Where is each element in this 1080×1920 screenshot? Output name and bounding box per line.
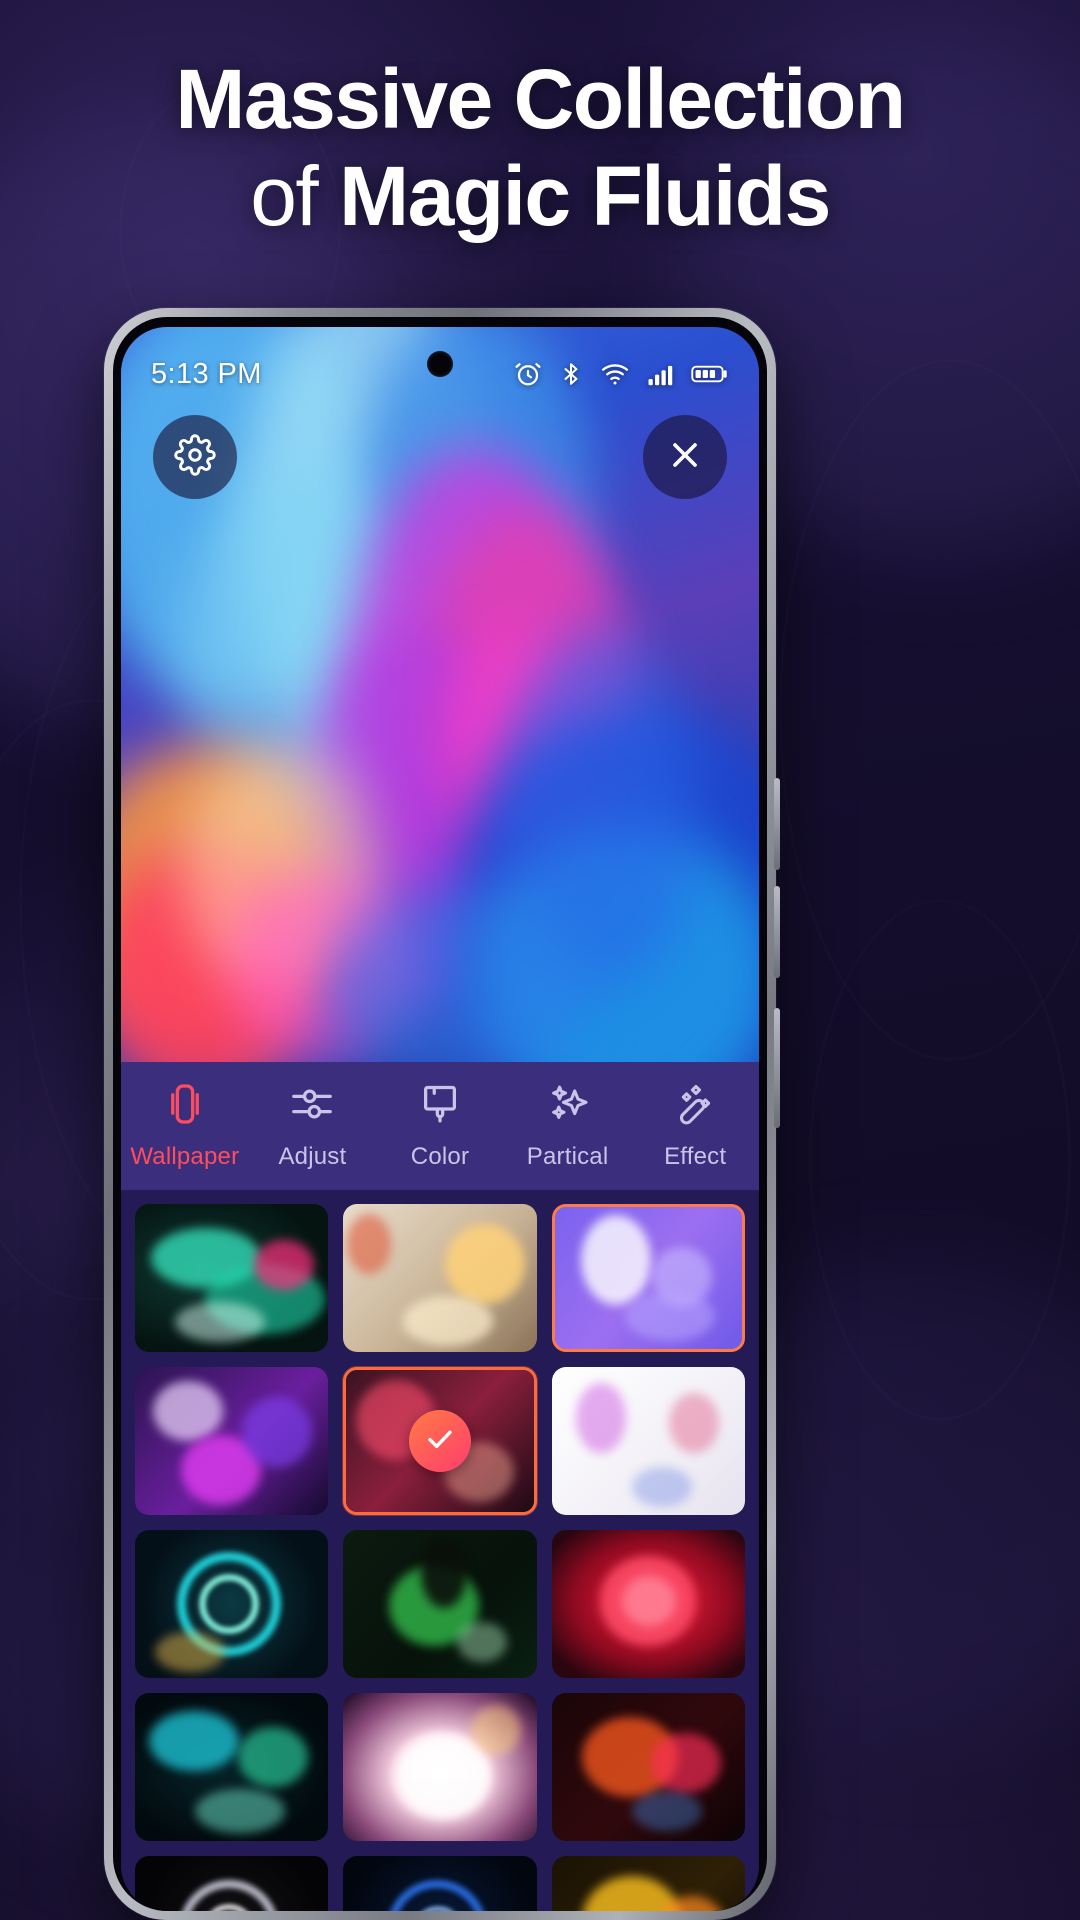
tab-adjust-label: Adjust bbox=[278, 1143, 347, 1170]
wallpaper-grid bbox=[135, 1204, 745, 1911]
phone-bezel: 5:13 PM Wallpaper Adjust Color Partical … bbox=[113, 317, 767, 1911]
thumb-blob bbox=[444, 1224, 525, 1304]
close-icon bbox=[665, 435, 705, 480]
status-time: 5:13 PM bbox=[151, 357, 262, 390]
tab-partical[interactable]: Partical bbox=[504, 1062, 632, 1190]
wallpaper-thumbnail[interactable] bbox=[551, 1530, 745, 1678]
volume-down-button[interactable] bbox=[774, 886, 780, 978]
wallpaper-thumbnail[interactable] bbox=[135, 1367, 329, 1515]
thumb-blob bbox=[195, 1789, 285, 1833]
tab-adjust[interactable]: Adjust bbox=[249, 1062, 377, 1190]
thumb-blob bbox=[624, 1291, 715, 1341]
wallpaper-icon bbox=[162, 1081, 208, 1132]
promo-headline: Massive Collection of Magic Fluids bbox=[0, 52, 1080, 247]
power-button[interactable] bbox=[774, 1008, 780, 1128]
tab-effect[interactable]: Effect bbox=[631, 1062, 759, 1190]
phone-screen: 5:13 PM Wallpaper Adjust Color Partical … bbox=[121, 327, 759, 1911]
selected-check-badge bbox=[408, 1410, 471, 1472]
wallpaper-thumbnail[interactable] bbox=[343, 1693, 537, 1841]
volume-up-button[interactable] bbox=[774, 778, 780, 870]
tab-wallpaper[interactable]: Wallpaper bbox=[121, 1062, 249, 1190]
tab-wallpaper-label: Wallpaper bbox=[130, 1143, 240, 1170]
thumb-blob bbox=[238, 1727, 309, 1787]
magic-wand-icon bbox=[672, 1081, 718, 1132]
thumb-blob bbox=[421, 1538, 468, 1608]
wallpaper-thumbnail-selected[interactable] bbox=[343, 1367, 537, 1515]
headline-line-2-bold: Magic Fluids bbox=[339, 149, 831, 244]
wifi-icon bbox=[599, 359, 631, 389]
alarm-icon bbox=[513, 359, 543, 389]
wallpaper-preview[interactable] bbox=[121, 327, 759, 1062]
sliders-icon bbox=[289, 1081, 335, 1132]
wallpaper-thumbnail[interactable] bbox=[551, 1204, 745, 1352]
thumb-blob bbox=[403, 1296, 494, 1346]
thumb-blob bbox=[631, 1791, 702, 1831]
close-button[interactable] bbox=[643, 415, 727, 499]
thumb-blob bbox=[668, 1393, 719, 1453]
tab-color[interactable]: Color bbox=[376, 1062, 504, 1190]
wallpaper-thumbnail[interactable] bbox=[135, 1693, 329, 1841]
wallpaper-thumbnail[interactable] bbox=[343, 1856, 537, 1911]
bg-swirl bbox=[810, 900, 1070, 1420]
status-icons bbox=[513, 359, 729, 389]
wallpaper-thumbnail[interactable] bbox=[551, 1693, 745, 1841]
battery-icon bbox=[691, 359, 729, 389]
thumb-blob bbox=[155, 1632, 225, 1672]
tab-partical-label: Partical bbox=[526, 1143, 609, 1170]
phone-mockup: 5:13 PM Wallpaper Adjust Color Partical … bbox=[104, 308, 780, 1920]
thumb-blob bbox=[175, 1302, 265, 1342]
thumb-blob bbox=[580, 1215, 651, 1305]
thumb-blob bbox=[254, 1240, 315, 1290]
tab-effect-label: Effect bbox=[664, 1143, 727, 1170]
wallpaper-thumbnail[interactable] bbox=[343, 1530, 537, 1678]
camera-punch-hole bbox=[427, 351, 453, 377]
wallpaper-thumbnail[interactable] bbox=[343, 1204, 537, 1352]
signal-icon bbox=[646, 359, 676, 389]
thumb-blob bbox=[456, 1622, 507, 1662]
thumb-blob bbox=[242, 1397, 313, 1467]
check-icon bbox=[424, 1423, 456, 1460]
tab-color-label: Color bbox=[410, 1143, 470, 1170]
wallpaper-thumbnail[interactable] bbox=[551, 1856, 745, 1911]
brush-icon bbox=[417, 1081, 463, 1132]
thumb-blob bbox=[621, 1576, 676, 1626]
thumb-blob bbox=[650, 1733, 721, 1793]
settings-button[interactable] bbox=[153, 415, 237, 499]
wallpaper-thumbnail[interactable] bbox=[135, 1204, 329, 1352]
wallpaper-thumbnail[interactable] bbox=[135, 1856, 329, 1911]
gear-icon bbox=[174, 433, 216, 481]
headline-line-1: Massive Collection bbox=[175, 52, 906, 146]
thumb-blob bbox=[153, 1381, 223, 1441]
wallpaper-grid-container[interactable] bbox=[121, 1190, 759, 1911]
thumb-blob bbox=[575, 1383, 626, 1453]
thumb-blob bbox=[149, 1711, 239, 1771]
headline-line-2-light: of bbox=[250, 149, 340, 244]
wallpaper-thumbnail[interactable] bbox=[551, 1367, 745, 1515]
thumb-blob bbox=[631, 1467, 692, 1507]
sparkles-icon bbox=[545, 1081, 591, 1132]
wallpaper-thumbnail[interactable] bbox=[135, 1530, 329, 1678]
thumb-spiral bbox=[199, 1574, 259, 1634]
headline-line-2: of Magic Fluids bbox=[0, 146, 1080, 247]
thumb-blob bbox=[470, 1705, 521, 1755]
editor-tab-bar: Wallpaper Adjust Color Partical Effect bbox=[121, 1062, 759, 1190]
bluetooth-icon bbox=[558, 359, 584, 389]
